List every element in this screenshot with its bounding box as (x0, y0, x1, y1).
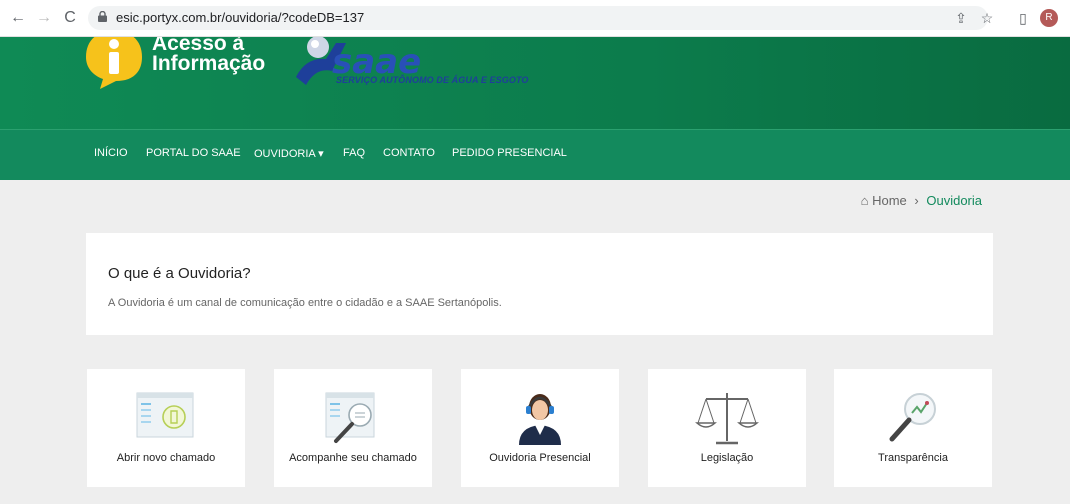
card-ouvidoria-presencial[interactable]: Ouvidoria Presencial (461, 369, 619, 487)
card-label: Acompanhe seu chamado (289, 452, 417, 464)
home-icon: ⌂ (860, 193, 869, 208)
breadcrumb-current: Ouvidoria (926, 193, 982, 208)
breadcrumb-separator: › (914, 193, 919, 208)
new-ticket-icon (136, 392, 194, 438)
info-icon[interactable] (86, 37, 142, 89)
logo-subtitle: SERVIÇO AUTÔNOMO DE ÁGUA E ESGOTO (336, 75, 529, 85)
menu-item-portal[interactable]: PORTAL DO SAAE (146, 147, 241, 159)
address-bar[interactable]: esic.portyx.com.br/ouvidoria/?codeDB=137 (88, 6, 988, 30)
site-header: Acesso à Informação saae SERVIÇO AUTÔNOM… (0, 37, 1070, 129)
browser-toolbar: ← → C esic.portyx.com.br/ouvidoria/?code… (0, 0, 1070, 37)
star-icon[interactable]: ☆ (978, 9, 996, 27)
attendant-icon (519, 394, 561, 445)
track-ticket-icon (325, 392, 375, 443)
url-text: esic.portyx.com.br/ouvidoria/?codeDB=137 (116, 10, 365, 25)
scales-icon (695, 393, 759, 445)
intro-card: O que é a Ouvidoria? A Ouvidoria é um ca… (86, 233, 993, 335)
card-label: Legislação (700, 452, 754, 464)
card-label: Transparência (878, 452, 948, 464)
intro-title: O que é a Ouvidoria? (108, 265, 251, 282)
menu-item-ouvidoria[interactable]: OUVIDORIA ▾ (254, 147, 324, 160)
reload-icon[interactable]: C (60, 8, 80, 28)
intro-text: A Ouvidoria é um canal de comunicação en… (108, 297, 502, 309)
card-abrir-chamado[interactable]: Abrir novo chamado (87, 369, 245, 487)
menu-item-pedido-presencial[interactable]: PEDIDO PRESENCIAL (452, 147, 567, 159)
forward-icon[interactable]: → (34, 8, 54, 28)
card-acompanhe-chamado[interactable]: Acompanhe seu chamado (274, 369, 432, 487)
menu-item-contato[interactable]: CONTATO (383, 147, 435, 159)
avatar[interactable]: R (1040, 9, 1058, 27)
magnifier-chart-icon (889, 393, 936, 442)
saae-logo[interactable]: saae (296, 37, 536, 97)
card-label: Abrir novo chamado (116, 452, 216, 464)
site-title[interactable]: Acesso à Informação (152, 37, 265, 74)
menu-item-inicio[interactable]: INÍCIO (94, 147, 128, 159)
main-menu: INÍCIO PORTAL DO SAAE OUVIDORIA ▾ FAQ CO… (0, 129, 1070, 180)
site-title-line2: Informação (152, 52, 266, 75)
menu-item-faq[interactable]: FAQ (343, 147, 365, 159)
back-icon[interactable]: ← (8, 8, 28, 28)
breadcrumb-home[interactable]: Home (872, 193, 907, 208)
lock-icon (98, 11, 107, 22)
card-transparencia[interactable]: Transparência (834, 369, 992, 487)
card-label: Ouvidoria Presencial (489, 452, 591, 464)
card-legislacao[interactable]: Legislação (648, 369, 806, 487)
breadcrumb: ⌂ Home › Ouvidoria (861, 193, 982, 208)
sidepanel-icon[interactable]: ▯ (1014, 9, 1032, 27)
share-icon[interactable]: ⇪ (952, 9, 970, 27)
